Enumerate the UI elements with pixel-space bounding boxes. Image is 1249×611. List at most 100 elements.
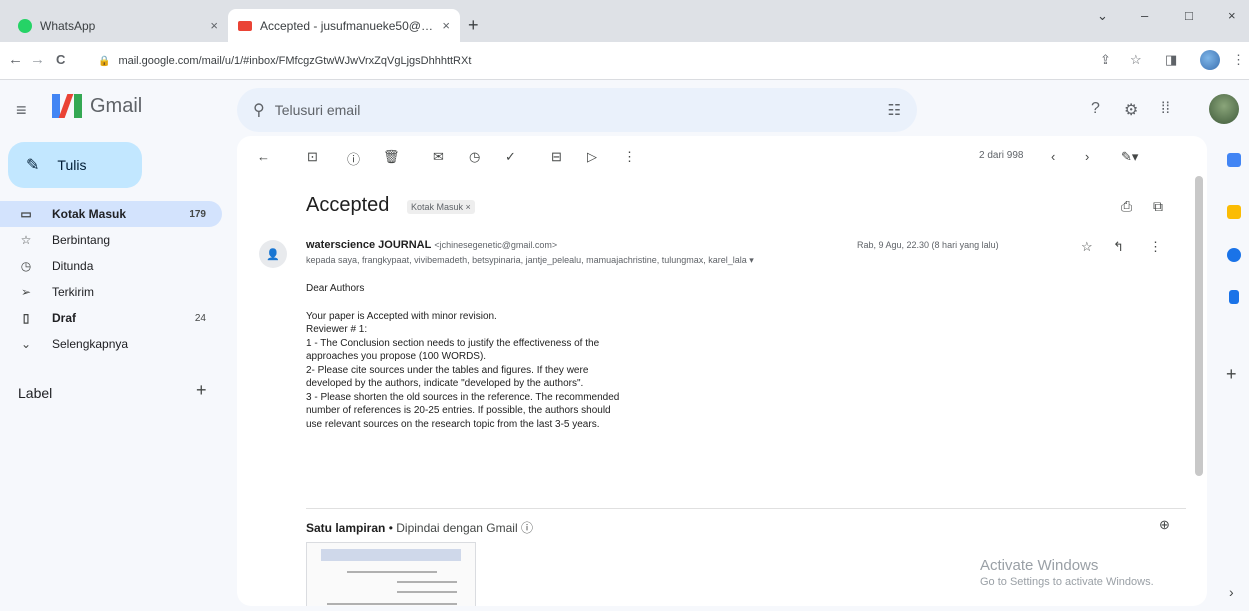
tab-label: WhatsApp xyxy=(40,18,96,33)
account-avatar[interactable] xyxy=(1209,94,1239,124)
sidebar-item-drafts[interactable]: ▯ Draf 24 xyxy=(0,305,222,331)
tab-close-icon[interactable]: × xyxy=(442,18,450,33)
calendar-icon[interactable] xyxy=(1227,153,1241,167)
tab-label: Accepted - jusufmanueke50@gm xyxy=(260,18,437,33)
back-to-inbox-icon[interactable]: ← xyxy=(257,149,270,164)
open-new-window-icon[interactable]: ⧉ xyxy=(1153,198,1163,215)
document-header-graphic xyxy=(321,549,461,561)
new-tab-button[interactable]: + xyxy=(468,15,479,36)
apps-grid-icon[interactable]: ⁞⁞ xyxy=(1161,100,1170,118)
close-window-button[interactable]: × xyxy=(1228,8,1236,23)
gmail-app: ≡ Gmail ⚲ Telusuri email ☷ ? ⚙ ⁞⁞ ✎ Tuli… xyxy=(0,80,1249,611)
reply-icon[interactable]: ↰ xyxy=(1113,239,1124,255)
label-icon[interactable]: ▷ xyxy=(587,149,597,165)
reload-button[interactable]: C xyxy=(56,52,65,67)
keep-icon[interactable] xyxy=(1227,205,1241,219)
maximize-button[interactable]: □ xyxy=(1185,8,1193,23)
newer-chevron-icon[interactable]: ‹ xyxy=(1051,149,1055,164)
add-to-drive-icon[interactable]: ⊕ xyxy=(1159,517,1170,533)
side-panel-icon[interactable]: ◨ xyxy=(1165,52,1177,68)
browser-profile-avatar[interactable] xyxy=(1200,50,1220,70)
clock-icon: ◷ xyxy=(20,259,32,273)
browser-tabstrip: WhatsApp × Accepted - jusufmanueke50@gm … xyxy=(0,0,1249,42)
sidebar-item-snoozed[interactable]: ◷ Ditunda xyxy=(0,253,222,279)
sender-avatar: 👤 xyxy=(259,240,287,268)
add-label-button[interactable]: + xyxy=(196,380,207,401)
message-more-icon[interactable]: ⋮ xyxy=(1149,239,1162,255)
recipients-line[interactable]: kepada saya, frangkypaat, vivibemadeth, … xyxy=(306,255,754,266)
sidebar-item-label: Ditunda xyxy=(52,259,94,273)
attachment-separator: • xyxy=(385,521,397,535)
document-line xyxy=(327,603,457,605)
attachment-count: Satu lampiran xyxy=(306,521,386,535)
older-chevron-icon[interactable]: › xyxy=(1085,149,1089,164)
body-line: Your paper is Accepted with minor revisi… xyxy=(306,310,497,322)
forward-button[interactable]: → xyxy=(30,51,45,68)
scrollbar[interactable] xyxy=(1195,176,1203,476)
document-line xyxy=(397,581,457,583)
body-line: 3 - Please shorten the old sources in th… xyxy=(306,391,620,403)
body-line: 2- Please cite sources under the tables … xyxy=(306,364,589,376)
gmail-logo[interactable]: Gmail xyxy=(52,94,142,118)
sidebar-item-count: 24 xyxy=(194,312,206,324)
more-actions-icon[interactable]: ⋮ xyxy=(623,149,636,165)
tasks-icon[interactable] xyxy=(1227,248,1241,262)
attachments-header: Satu lampiran • Dipindai dengan Gmail ⓘ xyxy=(306,519,533,536)
snooze-icon[interactable]: ◷ xyxy=(469,149,480,165)
scanned-note: Dipindai dengan Gmail ⓘ xyxy=(396,521,533,535)
move-to-icon[interactable]: ⊟ xyxy=(551,149,562,165)
get-addons-button[interactable]: + xyxy=(1226,364,1237,385)
chevron-down-icon: ⌄ xyxy=(20,337,32,351)
body-line: developed by the authors, indicate "deve… xyxy=(306,378,584,389)
delete-icon[interactable]: 🗑 xyxy=(383,149,400,165)
watermark-title: Activate Windows xyxy=(980,557,1099,574)
sidebar-item-sent[interactable]: ➢ Terkirim xyxy=(0,279,222,305)
contacts-icon[interactable] xyxy=(1229,290,1239,304)
search-options-icon[interactable]: ☷ xyxy=(888,101,901,119)
browser-menu-icon[interactable]: ⋮ xyxy=(1232,52,1245,68)
help-icon[interactable]: ? xyxy=(1091,100,1100,118)
draft-icon: ▯ xyxy=(22,311,30,325)
attachment-thumbnail[interactable] xyxy=(306,542,476,606)
greeting-text: Dear Authors xyxy=(306,283,365,294)
document-line xyxy=(397,591,457,593)
search-bar[interactable]: ⚲ Telusuri email ☷ xyxy=(237,88,917,132)
report-spam-icon[interactable]: ⓘ xyxy=(347,149,360,168)
labels-header: Label xyxy=(18,385,53,401)
tab-search-icon[interactable]: ⌄ xyxy=(1097,8,1108,24)
tab-whatsapp[interactable]: WhatsApp × xyxy=(8,9,228,42)
body-line: Reviewer # 1: xyxy=(306,324,368,335)
sidebar-item-inbox[interactable]: ▭ Kotak Masuk 179 xyxy=(0,201,222,227)
print-icon[interactable]: ⎙ xyxy=(1121,198,1132,215)
minimize-button[interactable]: – xyxy=(1141,8,1148,23)
sidebar-item-starred[interactable]: ☆ Berbintang xyxy=(0,227,222,253)
sidebar-item-count: 179 xyxy=(189,208,206,220)
compose-button[interactable]: ✎ Tulis xyxy=(8,142,142,188)
sidebar-item-more[interactable]: ⌄ Selengkapnya xyxy=(0,331,222,357)
star-icon[interactable]: ☆ xyxy=(1081,239,1093,255)
back-button[interactable]: ← xyxy=(8,51,23,68)
input-tools-icon[interactable]: ✎▾ xyxy=(1121,149,1138,165)
share-icon[interactable]: ⇪ xyxy=(1100,52,1111,68)
tab-gmail[interactable]: Accepted - jusufmanueke50@gm × xyxy=(228,9,460,42)
tab-close-icon[interactable]: × xyxy=(210,18,218,33)
settings-gear-icon[interactable]: ⚙ xyxy=(1124,100,1138,120)
whatsapp-icon xyxy=(18,18,32,33)
mark-unread-icon[interactable]: ✉ xyxy=(433,149,444,165)
add-task-icon[interactable]: ✓ xyxy=(505,149,516,165)
main-menu-icon[interactable]: ≡ xyxy=(16,100,27,121)
sidebar-item-label: Draf xyxy=(52,311,77,325)
sidebar-item-label: Selengkapnya xyxy=(52,337,129,351)
inbox-label-chip[interactable]: Kotak Masuk × xyxy=(407,200,475,214)
show-side-panel-chevron-icon[interactable]: › xyxy=(1229,584,1234,600)
search-icon[interactable]: ⚲ xyxy=(253,100,265,120)
bookmark-star-icon[interactable]: ☆ xyxy=(1130,52,1142,68)
archive-icon[interactable]: ⊡ xyxy=(307,149,318,165)
body-line: 1 - The Conclusion section needs to just… xyxy=(306,337,600,349)
sidebar-item-label: Terkirim xyxy=(52,285,94,299)
body-line: approaches you propose (100 WORDS). xyxy=(306,351,487,362)
search-input[interactable]: Telusuri email xyxy=(275,102,361,118)
address-bar[interactable]: 🔒 mail.google.com/mail/u/1/#inbox/FMfcgz… xyxy=(98,47,1098,75)
gmail-tab-icon xyxy=(238,20,252,31)
sender-name: waterscience JOURNAL xyxy=(306,239,432,251)
